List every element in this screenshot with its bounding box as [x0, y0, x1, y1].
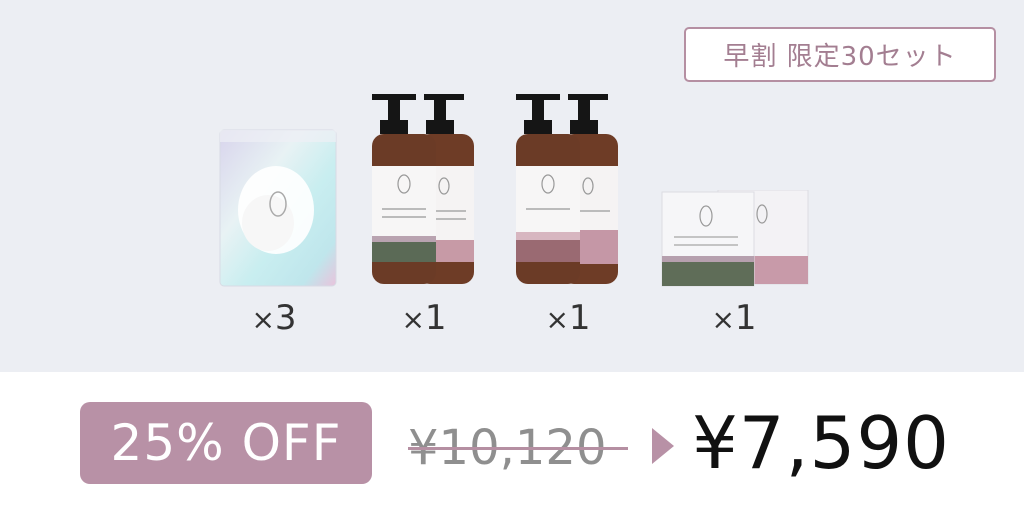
qty-prefix: ×	[545, 303, 569, 336]
qty-prefix: ×	[401, 303, 425, 336]
early-bird-label: 早割 限定30セット	[723, 42, 957, 72]
arrow-right-icon	[652, 428, 674, 464]
discount-label: 25% OFF	[110, 414, 342, 472]
pump-bottles-set-b-image	[516, 94, 618, 284]
pump-bottles-set-a-image	[372, 94, 474, 284]
qty-prefix: ×	[711, 303, 735, 336]
qty-value: 1	[568, 298, 591, 338]
strikethrough-line	[408, 447, 628, 450]
qty-sponge: ×3	[214, 298, 334, 338]
qty-value: 1	[424, 298, 447, 338]
qty-bottles-a: ×1	[364, 298, 484, 338]
qty-soap-boxes: ×1	[674, 298, 794, 338]
sale-price: ¥7,590	[692, 401, 950, 485]
sponge-pouch-image	[219, 129, 337, 287]
discount-badge: 25% OFF	[80, 402, 372, 484]
early-bird-badge: 早割 限定30セット	[684, 27, 996, 82]
qty-bottles-b: ×1	[508, 298, 628, 338]
qty-value: 1	[734, 298, 757, 338]
qty-value: 3	[274, 298, 297, 338]
soap-boxes-image	[661, 190, 809, 287]
qty-prefix: ×	[251, 303, 275, 336]
